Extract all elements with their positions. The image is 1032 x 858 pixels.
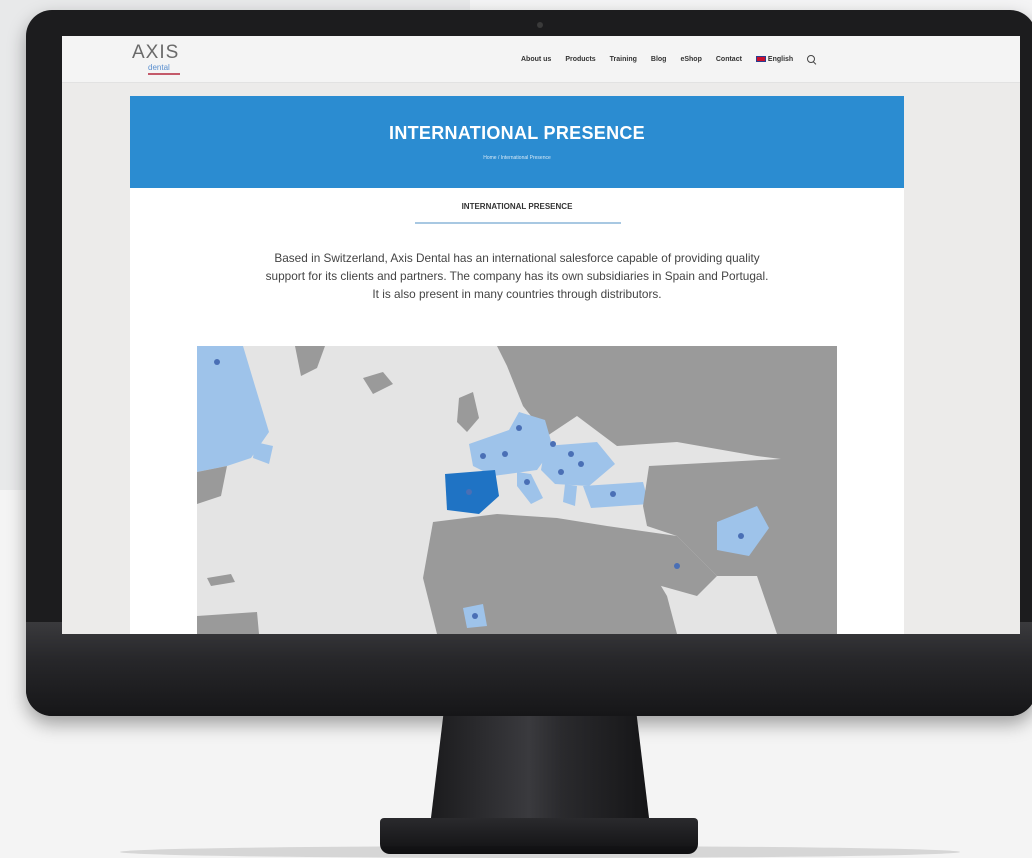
- nav-blog[interactable]: Blog: [651, 56, 667, 63]
- nav-training[interactable]: Training: [610, 56, 637, 63]
- marker-west-africa[interactable]: [472, 613, 478, 619]
- search-icon[interactable]: [807, 54, 816, 64]
- uk-flag-icon: [755, 55, 766, 62]
- hero-banner: INTERNATIONAL PRESENCE Home / Internatio…: [130, 96, 904, 188]
- monitor-chin: [26, 622, 1032, 716]
- nav-products[interactable]: Products: [565, 56, 595, 63]
- nav-contact[interactable]: Contact: [716, 56, 742, 63]
- marker-uae[interactable]: [674, 563, 680, 569]
- section-underline: [415, 222, 621, 224]
- marker-serbia[interactable]: [558, 469, 564, 475]
- intro-paragraph: Based in Switzerland, Axis Dental has an…: [194, 249, 840, 303]
- top-navigation: AXIS dental About us Products Training B…: [62, 36, 1020, 83]
- breadcrumb[interactable]: Home / International Presence: [130, 155, 904, 161]
- screen: AXIS dental About us Products Training B…: [62, 36, 1020, 634]
- camera-dot: [537, 22, 543, 28]
- monitor-stand: [430, 716, 650, 826]
- logo-dental-text: dental: [148, 63, 170, 72]
- marker-austria[interactable]: [550, 441, 556, 447]
- marker-spain[interactable]: [466, 489, 472, 495]
- language-label: English: [767, 55, 794, 63]
- marker-turkey[interactable]: [610, 491, 616, 497]
- site-logo[interactable]: AXIS dental: [132, 42, 192, 78]
- nav-eshop[interactable]: eShop: [680, 56, 701, 63]
- marker-north-america[interactable]: [214, 359, 220, 365]
- world-map-svg[interactable]: [197, 346, 837, 634]
- country-turkey[interactable]: [583, 482, 649, 508]
- main-content: INTERNATIONAL PRESENCE Home / Internatio…: [130, 96, 904, 634]
- marker-hungary[interactable]: [568, 451, 574, 457]
- marker-pakistan[interactable]: [738, 533, 744, 539]
- marker-switzerland[interactable]: [502, 451, 508, 457]
- presence-map[interactable]: [197, 346, 837, 634]
- logo-underline: [148, 73, 180, 75]
- language-switcher[interactable]: English: [755, 55, 794, 63]
- main-menu: About us Products Training Blog eShop Co…: [521, 51, 816, 67]
- hero-title: INTERNATIONAL PRESENCE: [389, 123, 645, 143]
- monitor-shadow: [120, 846, 960, 858]
- nav-about-us[interactable]: About us: [521, 56, 551, 63]
- marker-italy[interactable]: [524, 479, 530, 485]
- intro-line-2: support for its clients and partners. Th…: [265, 269, 769, 283]
- marker-romania[interactable]: [578, 461, 584, 467]
- marker-germany[interactable]: [516, 425, 522, 431]
- section-title: INTERNATIONAL PRESENCE: [461, 202, 573, 211]
- intro-line-1: Based in Switzerland, Axis Dental has an…: [274, 251, 760, 265]
- intro-line-3: It is also present in many countries thr…: [372, 287, 662, 301]
- marker-france[interactable]: [480, 453, 486, 459]
- logo-axis-text: AXIS: [132, 42, 180, 63]
